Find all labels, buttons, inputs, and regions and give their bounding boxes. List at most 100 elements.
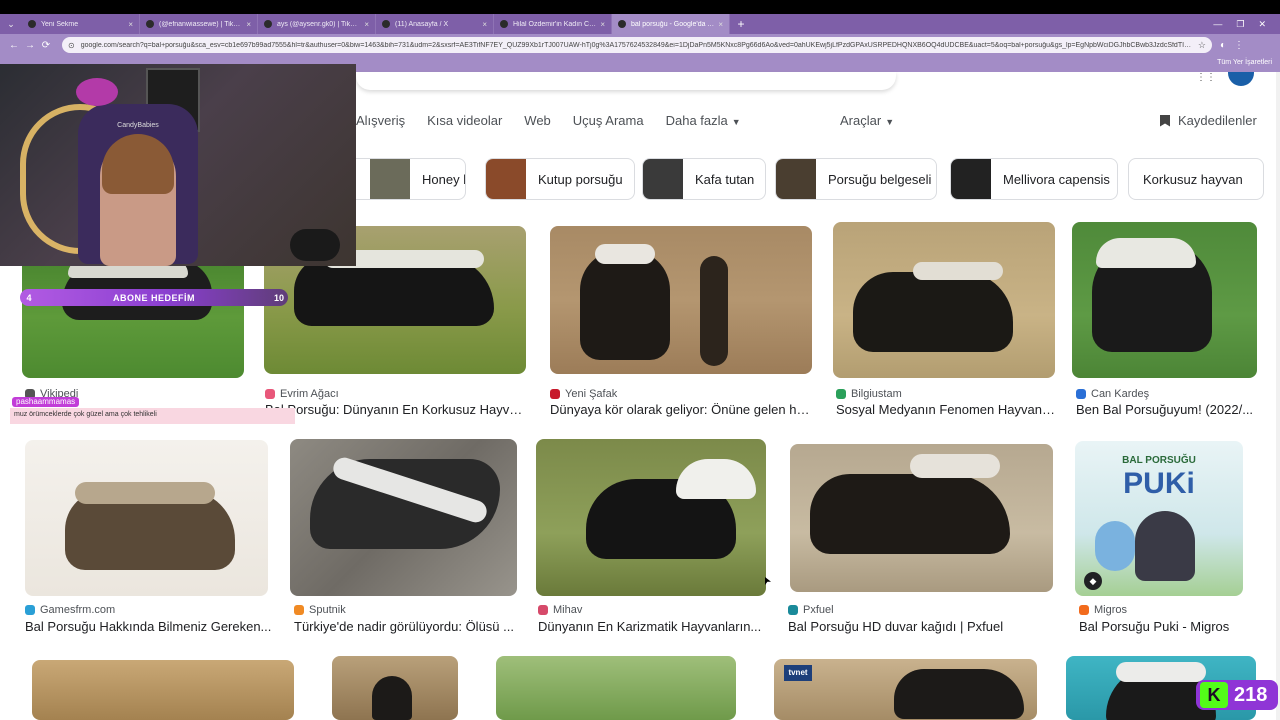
image-result-4[interactable] (833, 222, 1055, 378)
saved-button[interactable]: Kaydedilenler (1160, 113, 1257, 128)
result-title[interactable]: Dünyaya kör olarak geliyor: Önüne gelen … (550, 402, 812, 417)
source-name: Evrim Ağacı (280, 388, 339, 400)
viewer-count: 218 (1234, 683, 1268, 706)
source-name: Sputnik (309, 604, 346, 616)
related-search-chip[interactable]: Porsuğu belgeseli (775, 158, 937, 200)
result-source[interactable]: Migros (1079, 604, 1127, 616)
tab-favicon-icon (382, 20, 390, 28)
related-search-chip[interactable]: Korkusuz hayvan (1128, 158, 1264, 200)
chat-username: pashaammamas (12, 397, 80, 407)
result-title[interactable]: Bal Porsuğu HD duvar kağıdı | Pxfuel (788, 619, 1056, 634)
tools-button[interactable]: Araçlar ▼ (840, 113, 894, 128)
chip-thumbnail (486, 159, 526, 199)
tab-close-icon[interactable]: × (718, 20, 723, 29)
result-title[interactable]: Bal Porsuğu: Dünyanın En Korkusuz Hayva.… (265, 402, 523, 417)
browser-tab[interactable]: (11) Anasayfa / X × (376, 14, 494, 34)
result-title[interactable]: Türkiye'de nadir görülüyordu: Ölüsü ... (294, 619, 518, 634)
image-result-7[interactable] (290, 439, 517, 596)
search-tab[interactable]: Alışveriş (356, 113, 405, 128)
tab-close-icon[interactable]: × (600, 20, 605, 29)
minimize-icon[interactable]: — (1213, 19, 1222, 30)
result-title[interactable]: Sosyal Medyanın Fenomen Hayvanı... (836, 402, 1056, 417)
image-result-13[interactable] (496, 656, 736, 720)
window-controls: — ❐ ✕ (1213, 19, 1280, 30)
result-title[interactable]: Bal Porsuğu Hakkında Bilmeniz Gereken... (25, 619, 273, 634)
lens-icon[interactable]: ◆ (1084, 572, 1102, 590)
image-result-8[interactable] (536, 439, 766, 596)
hat-shape (290, 229, 340, 261)
new-tab-button[interactable]: + (730, 17, 752, 31)
tab-favicon-icon (28, 20, 36, 28)
source-name: Migros (1094, 604, 1128, 616)
site-info-icon[interactable]: ⊙ (68, 41, 75, 50)
tab-close-icon[interactable]: × (482, 20, 487, 29)
search-tab[interactable]: Uçuş Arama (573, 113, 644, 128)
result-source[interactable]: Can Kardeş (1076, 388, 1149, 400)
tab-label: (@efnanwiassewe) | TikTok (159, 20, 243, 28)
address-bar[interactable]: ⊙ google.com/search?q=bal+porsuğu&sca_es… (62, 37, 1212, 53)
source-favicon-icon (538, 605, 548, 615)
browser-tab[interactable]: ays (@aysenr.gk0) | TikTok × (258, 14, 376, 34)
result-source[interactable]: Bilgiustam (836, 388, 902, 400)
back-icon[interactable]: ← (6, 40, 22, 51)
avatar[interactable] (1228, 72, 1254, 86)
chip-thumbnail (643, 159, 683, 199)
badger-stripe (1096, 238, 1196, 268)
image-result-14[interactable]: tvnet (774, 659, 1037, 720)
image-result-12[interactable] (332, 656, 458, 720)
bookmark-star-icon[interactable]: ☆ (1198, 40, 1206, 51)
tab-label: Hilal Özdemir'in Kadın Cinayeti (513, 20, 596, 28)
url-text: google.com/search?q=bal+porsuğu&sca_esv=… (80, 41, 1192, 49)
tab-search-button[interactable]: ⌄ (0, 19, 22, 30)
tvnet-logo: tvnet (784, 665, 812, 681)
result-source[interactable]: Gamesfrm.com (25, 604, 115, 616)
tab-close-icon[interactable]: × (246, 20, 251, 29)
result-source[interactable]: Yeni Şafak (550, 388, 617, 400)
browser-tab[interactable]: Yeni Sekme × (22, 14, 140, 34)
result-source[interactable]: Pxfuel (788, 604, 834, 616)
tab-close-icon[interactable]: × (128, 20, 133, 29)
search-box[interactable] (356, 72, 896, 90)
chat-message: muz örümceklerde çok güzel ama çok tehli… (10, 408, 295, 424)
browser-tab[interactable]: bal porsuğu - Google'da Ara × (612, 14, 730, 34)
scrollbar[interactable] (1276, 72, 1280, 720)
image-result-9[interactable] (790, 444, 1053, 592)
tab-close-icon[interactable]: × (364, 20, 369, 29)
search-tab[interactable]: Kısa videolar (427, 113, 502, 128)
reload-icon[interactable]: ⟳ (38, 40, 54, 51)
tabs: Yeni Sekme × (@efnanwiassewe) | TikTok × ays… (22, 14, 730, 34)
all-bookmarks-link[interactable]: Tüm Yer İşaretleri (1217, 59, 1272, 66)
apps-icon[interactable]: ⋮⋮ (1196, 72, 1216, 83)
result-title[interactable]: Bal Porsuğu Puki - Migros (1079, 619, 1254, 634)
maximize-icon[interactable]: ❐ (1236, 19, 1244, 30)
tab-label: ays (@aysenr.gk0) | TikTok (277, 20, 361, 28)
badger-stripe (1116, 662, 1206, 682)
result-title[interactable]: Dünyanın En Karizmatik Hayvanların... (538, 619, 768, 634)
result-title[interactable]: Ben Bal Porsuğuyum! (2022/... (1076, 402, 1256, 417)
related-search-chip[interactable]: Honey badger (344, 158, 466, 200)
image-result-5[interactable] (1072, 222, 1257, 378)
image-result-11[interactable] (32, 660, 294, 720)
image-result-10[interactable]: BAL PORSUĞU PUKi (1075, 441, 1243, 596)
bookmark-icon (1160, 114, 1170, 127)
related-search-chip[interactable]: Kafa tutan (642, 158, 766, 200)
browser-tab[interactable]: (@efnanwiassewe) | TikTok × (140, 14, 258, 34)
close-icon[interactable]: ✕ (1258, 19, 1266, 30)
result-source[interactable]: Sputnik (294, 604, 346, 616)
chip-label: Kutup porsuğu (538, 171, 623, 187)
result-source[interactable]: Mihav (538, 604, 582, 616)
image-result-6[interactable] (25, 440, 268, 596)
goal-label: ABONE HEDEFİM (112, 292, 195, 303)
menu-icon[interactable]: ⋮ (1234, 40, 1244, 51)
book-cover-title: PUKi (1123, 467, 1195, 500)
forward-icon[interactable]: → (22, 40, 38, 51)
image-result-3[interactable] (550, 226, 812, 374)
goal-current: 4 (26, 292, 32, 303)
browser-tab[interactable]: Hilal Özdemir'in Kadın Cinayeti × (494, 14, 612, 34)
search-tab[interactable]: Daha fazla ▼ (666, 113, 741, 128)
related-search-chip[interactable]: Mellivora capensis (950, 158, 1118, 200)
related-search-chip[interactable]: Kutup porsuğu (485, 158, 635, 200)
extension-icon[interactable]: ◐ (1220, 40, 1226, 51)
search-tab[interactable]: Web (524, 113, 551, 128)
result-source[interactable]: Evrim Ağacı (265, 388, 339, 400)
